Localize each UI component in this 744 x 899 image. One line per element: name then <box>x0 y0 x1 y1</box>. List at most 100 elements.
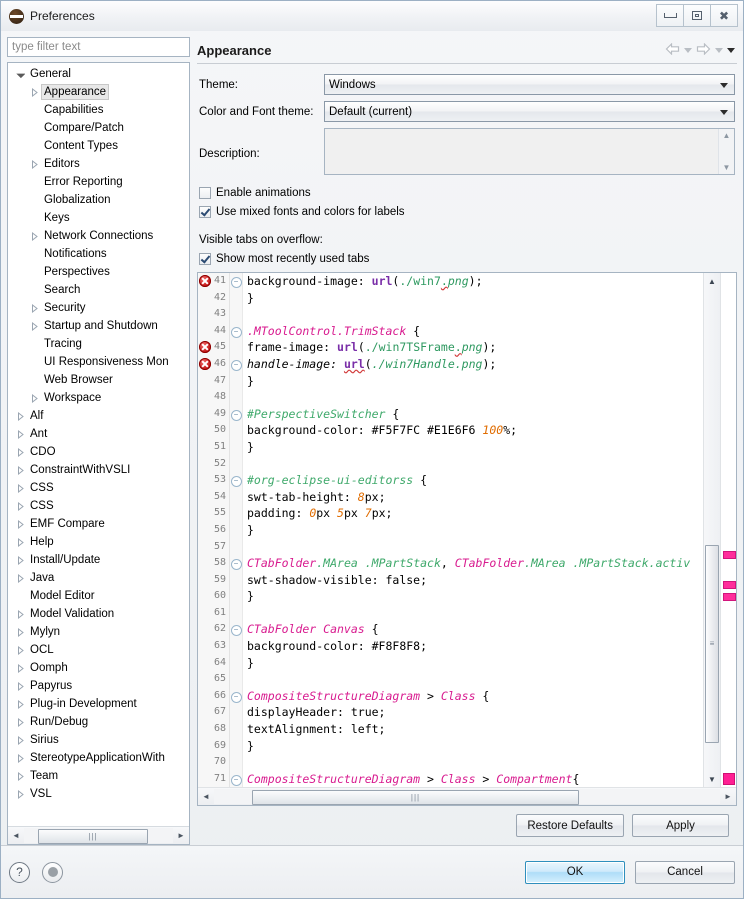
tree-twisty-collapsed-icon[interactable] <box>14 627 27 637</box>
sidebar-item-cdo[interactable]: CDO <box>8 443 189 461</box>
sidebar-item-content-types[interactable]: Content Types <box>8 137 189 155</box>
sidebar-item-css[interactable]: CSS <box>8 479 189 497</box>
editor-horizontal-scrollbar[interactable]: ◄ ||| ► <box>198 787 736 805</box>
sidebar-item-install-update[interactable]: Install/Update <box>8 551 189 569</box>
scroll-up-icon[interactable]: ▲ <box>723 131 731 140</box>
sidebar-item-globalization[interactable]: Globalization <box>8 191 189 209</box>
tree-twisty-collapsed-icon[interactable] <box>28 303 41 313</box>
scroll-right-icon[interactable]: ► <box>173 831 189 840</box>
sidebar-item-network-connections[interactable]: Network Connections <box>8 227 189 245</box>
code-line[interactable]: #PerspectiveSwitcher { <box>243 406 703 423</box>
back-dropdown-icon[interactable] <box>684 47 692 53</box>
code-line[interactable]: } <box>243 522 703 539</box>
fold-collapse-icon[interactable]: − <box>230 323 242 340</box>
sidebar-item-workspace[interactable]: Workspace <box>8 389 189 407</box>
sidebar-item-ui-responsiveness-mon[interactable]: UI Responsiveness Mon <box>8 353 189 371</box>
overview-error-marker[interactable] <box>723 593 736 601</box>
tree-twisty-collapsed-icon[interactable] <box>14 609 27 619</box>
sidebar-item-editors[interactable]: Editors <box>8 155 189 173</box>
code-line[interactable]: background-image: url(./win7.png); <box>243 273 703 290</box>
editor-hscroll-track[interactable]: ||| <box>214 789 720 805</box>
code-line[interactable]: frame-image: url(./win7TSFrame.png); <box>243 339 703 356</box>
preferences-tree[interactable]: General Appearance Capabilities Compare/Pat… <box>8 63 189 826</box>
fold-collapse-icon[interactable]: − <box>230 273 242 290</box>
tree-twisty-collapsed-icon[interactable] <box>14 717 27 727</box>
enable-animations-checkbox[interactable] <box>199 186 211 199</box>
code-line[interactable]: .MToolControl.TrimStack { <box>243 323 703 340</box>
sidebar-item-emf-compare[interactable]: EMF Compare <box>8 515 189 533</box>
tree-twisty-collapsed-icon[interactable] <box>14 573 27 583</box>
overview-status-marker[interactable] <box>723 773 735 785</box>
error-marker-icon[interactable] <box>199 341 211 354</box>
tree-twisty-collapsed-icon[interactable] <box>14 465 27 475</box>
code-line[interactable]: background-color: #F8F8F8; <box>243 638 703 655</box>
sidebar-item-compare-patch[interactable]: Compare/Patch <box>8 119 189 137</box>
code-line[interactable]: } <box>243 738 703 755</box>
tree-twisty-collapsed-icon[interactable] <box>14 681 27 691</box>
code-line[interactable]: background-color: #F5F7FC #E1E6F6 100%; <box>243 422 703 439</box>
editor-vscroll-track[interactable]: ≡ <box>704 289 720 771</box>
show-mru-tabs-checkbox[interactable] <box>199 252 211 265</box>
tree-twisty-collapsed-icon[interactable] <box>14 771 27 781</box>
description-scrollbar[interactable]: ▲ ▼ <box>718 129 734 174</box>
tree-twisty-collapsed-icon[interactable] <box>14 447 27 457</box>
code-line[interactable] <box>243 539 703 556</box>
forward-arrow-icon[interactable] <box>696 42 711 58</box>
tree-twisty-collapsed-icon[interactable] <box>14 753 27 763</box>
code-line[interactable]: } <box>243 439 703 456</box>
help-icon[interactable]: ? <box>9 861 30 883</box>
code-line[interactable]: textAlignment: left; <box>243 721 703 738</box>
tree-twisty-collapsed-icon[interactable] <box>14 699 27 709</box>
tree-twisty-collapsed-icon[interactable] <box>14 555 27 565</box>
code-line[interactable]: swt-tab-height: 8px; <box>243 489 703 506</box>
fold-collapse-icon[interactable]: − <box>230 771 242 787</box>
sidebar-item-java[interactable]: Java <box>8 569 189 587</box>
sidebar-item-general[interactable]: General <box>8 65 189 83</box>
sidebar-item-oomph[interactable]: Oomph <box>8 659 189 677</box>
fold-collapse-icon[interactable]: − <box>230 356 242 373</box>
editor-vertical-scrollbar[interactable]: ▲ ≡ ▼ <box>703 273 720 787</box>
scroll-left-icon[interactable]: ◄ <box>8 831 24 840</box>
sidebar-item-vsl[interactable]: VSL <box>8 785 189 803</box>
maximize-button[interactable] <box>683 4 711 27</box>
tree-twisty-collapsed-icon[interactable] <box>14 411 27 421</box>
sidebar-item-papyrus[interactable]: Papyrus <box>8 677 189 695</box>
code-line[interactable]: } <box>243 655 703 672</box>
code-line[interactable] <box>243 306 703 323</box>
code-line[interactable]: CTabFolder Canvas { <box>243 621 703 638</box>
tree-twisty-collapsed-icon[interactable] <box>14 429 27 439</box>
forward-dropdown-icon[interactable] <box>715 47 723 53</box>
fold-collapse-icon[interactable]: − <box>230 555 242 572</box>
sidebar-item-search[interactable]: Search <box>8 281 189 299</box>
code-line[interactable] <box>243 671 703 688</box>
mixed-fonts-checkbox[interactable] <box>199 205 211 218</box>
scroll-down-icon[interactable]: ▼ <box>723 163 731 172</box>
code-line[interactable] <box>243 456 703 473</box>
code-line[interactable]: #org-eclipse-ui-editorss { <box>243 472 703 489</box>
sidebar-item-model-editor[interactable]: Model Editor <box>8 587 189 605</box>
scroll-right-icon[interactable]: ► <box>720 792 736 801</box>
code-line[interactable]: } <box>243 373 703 390</box>
fold-collapse-icon[interactable]: − <box>230 688 242 705</box>
tree-twisty-collapsed-icon[interactable] <box>14 789 27 799</box>
sidebar-item-startup-and-shutdown[interactable]: Startup and Shutdown <box>8 317 189 335</box>
error-marker-icon[interactable] <box>199 275 211 287</box>
tree-twisty-collapsed-icon[interactable] <box>14 663 27 673</box>
sidebar-item-mylyn[interactable]: Mylyn <box>8 623 189 641</box>
code-line[interactable]: displayHeader: true; <box>243 704 703 721</box>
code-line[interactable]: } <box>243 588 703 605</box>
code-line[interactable]: } <box>243 290 703 307</box>
code-line[interactable]: handle-image: url(./win7Handle.png); <box>243 356 703 373</box>
restore-defaults-button[interactable]: Restore Defaults <box>516 814 624 837</box>
sidebar-item-tracing[interactable]: Tracing <box>8 335 189 353</box>
description-textarea[interactable]: ▲ ▼ <box>324 128 735 175</box>
fold-collapse-icon[interactable]: − <box>230 472 242 489</box>
sidebar-item-css[interactable]: CSS <box>8 497 189 515</box>
tree-twisty-expanded-icon[interactable] <box>14 70 27 79</box>
sidebar-item-team[interactable]: Team <box>8 767 189 785</box>
color-font-theme-combobox[interactable]: Default (current) <box>324 101 735 122</box>
tree-twisty-collapsed-icon[interactable] <box>28 87 41 97</box>
code-line[interactable] <box>243 754 703 771</box>
sidebar-item-alf[interactable]: Alf <box>8 407 189 425</box>
tree-twisty-collapsed-icon[interactable] <box>28 231 41 241</box>
